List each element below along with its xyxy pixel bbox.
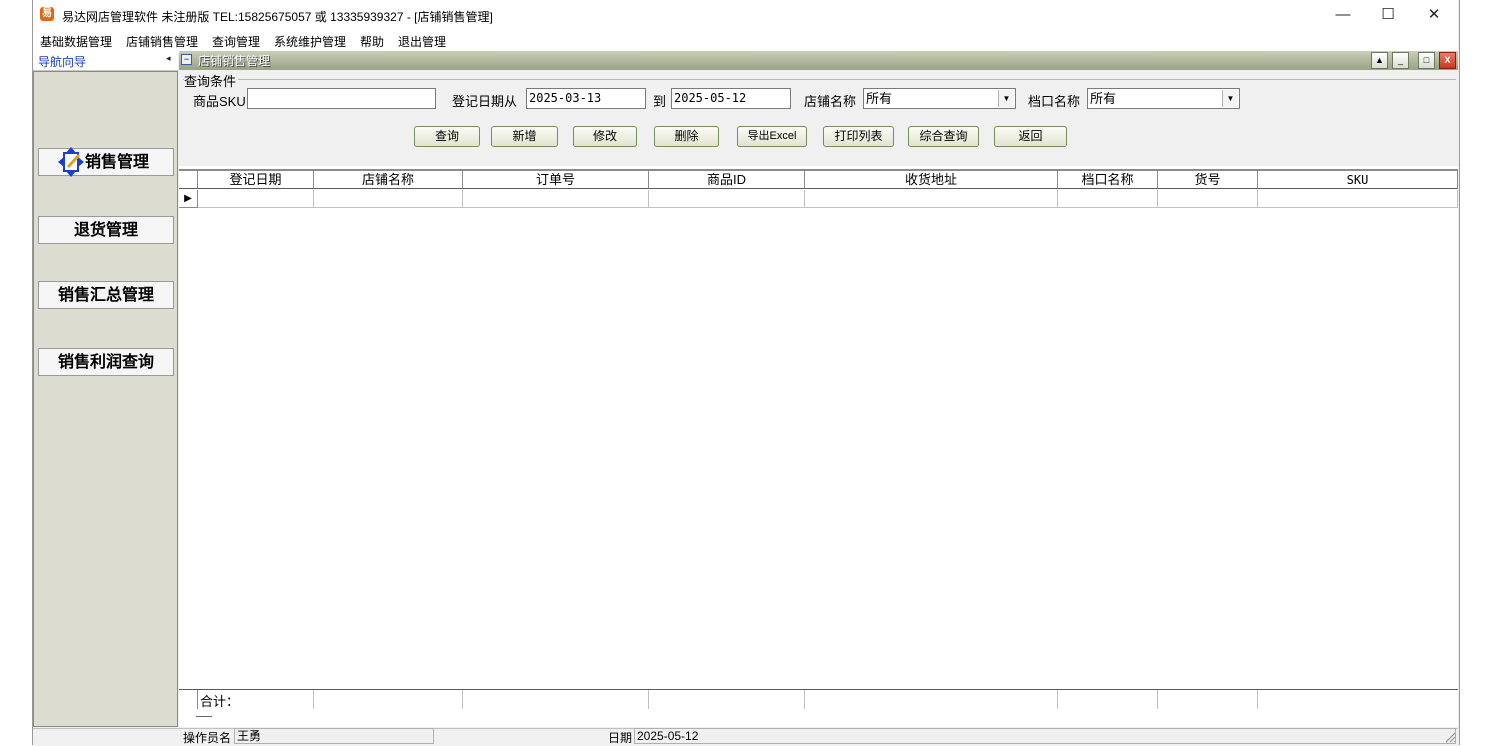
combined-query-button[interactable]: 综合查询: [908, 126, 979, 147]
print-list-button[interactable]: 打印列表: [823, 126, 894, 147]
scroll-indicator: [196, 716, 212, 717]
nav-returns-button[interactable]: 退货管理: [38, 216, 174, 244]
date-from-input[interactable]: 2025-03-13: [526, 88, 646, 109]
table-cell[interactable]: [1058, 190, 1158, 208]
shop-select-value: 所有: [866, 91, 893, 106]
date-field: 2025-05-12: [634, 728, 1456, 744]
close-button[interactable]: ✕: [1411, 0, 1457, 31]
menu-exit[interactable]: 退出管理: [398, 33, 446, 50]
shop-select[interactable]: 所有 ▼: [863, 88, 1016, 109]
sku-label: 商品SKU: [193, 94, 246, 109]
child-close-button[interactable]: X: [1439, 52, 1456, 69]
app-icon: 易: [40, 7, 54, 21]
date-from-label: 登记日期从: [452, 94, 518, 109]
edit-button[interactable]: 修改: [573, 126, 637, 147]
col-header-sku[interactable]: SKU: [1258, 171, 1458, 189]
total-cell: [649, 690, 805, 709]
child-minimize-button[interactable]: _: [1392, 52, 1409, 69]
chevron-down-icon[interactable]: ▼: [998, 90, 1014, 107]
menu-shop-sales[interactable]: 店铺销售管理: [126, 33, 198, 50]
query-group-title: 查询条件: [184, 71, 239, 90]
operator-label: 操作员名: [183, 731, 232, 745]
table-cell[interactable]: [1258, 190, 1458, 208]
table-cell[interactable]: [805, 190, 1058, 208]
sales-edit-icon: [58, 147, 84, 177]
table-cell[interactable]: [649, 190, 805, 208]
menu-help[interactable]: 帮助: [360, 33, 384, 50]
col-header-item-no[interactable]: 货号: [1158, 171, 1258, 189]
col-header-address[interactable]: 收货地址: [805, 171, 1058, 189]
export-excel-button[interactable]: 导出Excel: [737, 126, 807, 147]
total-cell: [1058, 690, 1158, 709]
total-cell: [805, 690, 1058, 709]
stall-select[interactable]: 所有 ▼: [1087, 88, 1240, 109]
date-label: 日期: [608, 731, 633, 745]
total-cell: [463, 690, 649, 709]
shop-label: 店铺名称: [804, 94, 857, 109]
child-scroll-up-button[interactable]: ▲: [1371, 52, 1388, 69]
total-row-indicator: [179, 690, 198, 709]
total-label: 合计：: [200, 694, 240, 709]
data-grid[interactable]: [179, 169, 1458, 711]
maximize-button[interactable]: ☐: [1365, 0, 1411, 31]
window-title: 易达网店管理软件 未注册版 TEL:15825675057 或 13335939…: [62, 10, 493, 24]
resize-grip-icon[interactable]: [1444, 731, 1456, 743]
child-system-menu-icon[interactable]: −: [181, 54, 192, 65]
return-button[interactable]: 返回: [994, 126, 1067, 147]
child-title-bar[interactable]: [179, 51, 1458, 70]
add-button[interactable]: 新增: [491, 126, 558, 147]
table-cell[interactable]: [198, 190, 314, 208]
total-cell: [314, 690, 463, 709]
child-maximize-button[interactable]: □: [1418, 52, 1435, 69]
search-button[interactable]: 查询: [414, 126, 480, 147]
col-header-reg-date[interactable]: 登记日期: [198, 171, 314, 189]
col-header-product-id[interactable]: 商品ID: [649, 171, 805, 189]
table-cell[interactable]: [1158, 190, 1258, 208]
menu-query[interactable]: 查询管理: [212, 33, 260, 50]
table-cell[interactable]: [463, 190, 649, 208]
col-header-order-no[interactable]: 订单号: [463, 171, 649, 189]
nav-sales-summary-button[interactable]: 销售汇总管理: [38, 281, 174, 309]
total-cell: [1158, 690, 1258, 709]
nav-collapse-icon[interactable]: ◂: [166, 53, 171, 64]
date-to-input[interactable]: 2025-05-12: [671, 88, 791, 109]
menu-basic-data[interactable]: 基础数据管理: [40, 33, 112, 50]
col-header-shop-name[interactable]: 店铺名称: [314, 171, 463, 189]
child-window-title: 店铺销售管理: [198, 54, 271, 68]
stall-label: 档口名称: [1028, 94, 1081, 109]
grid-corner: [179, 171, 198, 189]
chevron-down-icon[interactable]: ▼: [1222, 90, 1238, 107]
nav-profit-query-button[interactable]: 销售利润查询: [38, 348, 174, 376]
menu-system[interactable]: 系统维护管理: [274, 33, 346, 50]
stall-select-value: 所有: [1090, 91, 1117, 106]
delete-button[interactable]: 删除: [654, 126, 719, 147]
table-cell[interactable]: [314, 190, 463, 208]
minimize-button[interactable]: —: [1320, 0, 1366, 31]
date-to-label: 到: [653, 94, 667, 109]
row-indicator-icon[interactable]: ▶: [179, 190, 198, 208]
operator-field: 王勇: [234, 728, 434, 744]
nav-title: 导航向导: [38, 55, 87, 69]
sku-input[interactable]: [247, 88, 436, 109]
col-header-stall-name[interactable]: 档口名称: [1058, 171, 1158, 189]
